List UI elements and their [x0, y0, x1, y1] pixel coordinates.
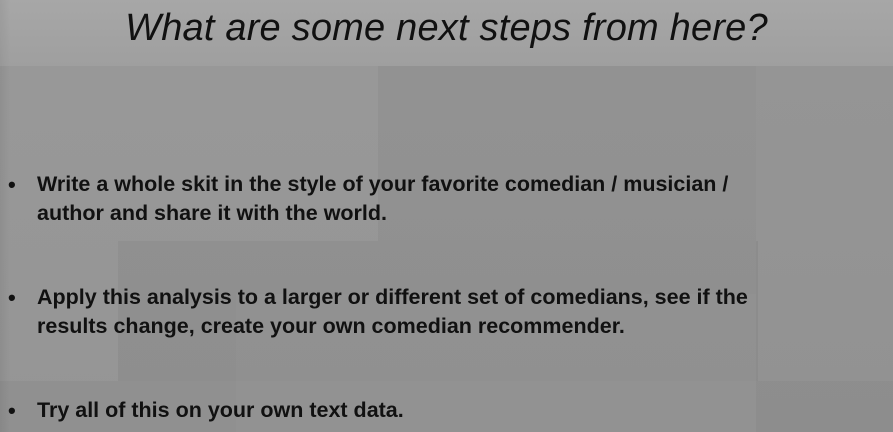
- bullet-marker: •: [8, 398, 16, 423]
- bullet-line: Try all of this on your own text data.: [37, 398, 404, 422]
- bullet-text: Apply this analysis to a larger or diffe…: [37, 283, 887, 341]
- slide: What are some next steps from here? • Wr…: [0, 0, 893, 432]
- background-tile: [756, 66, 893, 432]
- slide-title: What are some next steps from here?: [125, 7, 768, 49]
- bullet-line: Apply this analysis to a larger or diffe…: [37, 285, 748, 309]
- bullet-line: author and share it with the world.: [37, 201, 387, 225]
- bullet-marker: •: [8, 172, 16, 197]
- bullet-line: results change, create your own comedian…: [37, 314, 625, 338]
- bullet-marker: •: [8, 285, 16, 310]
- bullet-text: Write a whole skit in the style of your …: [37, 170, 887, 228]
- bullet-text: Try all of this on your own text data.: [37, 396, 887, 425]
- bullet-line: Write a whole skit in the style of your …: [37, 172, 729, 196]
